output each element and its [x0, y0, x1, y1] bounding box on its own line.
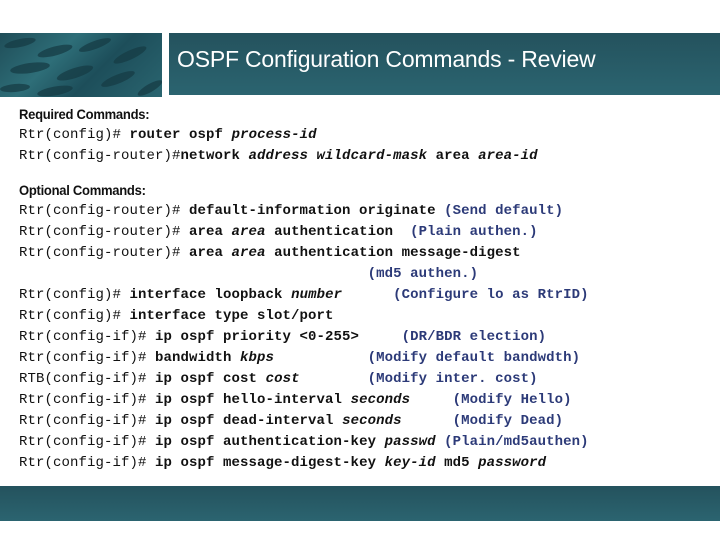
command-prompt: Rtr(config-if)# — [19, 329, 156, 345]
command-line: RTB(config-if)# ip ospf cost cost (Modif… — [19, 369, 720, 390]
command-argument: cost — [265, 371, 300, 387]
required-commands-heading: Required Commands: — [19, 106, 150, 122]
command-argument: area — [231, 224, 266, 240]
command-keyword: ip ospf message-digest-key — [155, 455, 385, 471]
command-keyword: ip ospf hello-interval — [155, 392, 351, 408]
command-note: (Modify inter. cost) — [367, 371, 538, 387]
command-prompt: Rtr(config-if)# — [19, 350, 156, 366]
command-line: Rtr(config-if)# ip ospf authentication-k… — [19, 432, 720, 453]
command-prompt: Rtr(config)# — [19, 287, 130, 303]
command-prompt: Rtr(config-router)# — [19, 203, 190, 219]
command-keyword: ip ospf cost — [155, 371, 266, 387]
optional-commands-list: Rtr(config-router)# default-information … — [19, 201, 720, 474]
command-keyword: area — [189, 224, 232, 240]
command-line: Rtr(config)# interface type slot/port — [19, 306, 720, 327]
command-keyword: area — [189, 245, 232, 261]
command-note: (md5 authen.) — [359, 266, 479, 282]
command-prompt: Rtr(config-if)# — [19, 413, 156, 429]
command-line: Rtr(config-if)# ip ospf message-digest-k… — [19, 453, 720, 474]
command-line: Rtr(config-router)# area area authentica… — [19, 243, 720, 264]
command-prompt: Rtr(config-router)# — [19, 148, 181, 164]
command-note: (Plain authen.) — [410, 224, 538, 240]
command-line: (md5 authen.) — [19, 264, 720, 285]
command-prompt: Rtr(config-if)# — [19, 392, 156, 408]
command-argument: kbps — [240, 350, 275, 366]
command-prompt: Rtr(config-router)# — [19, 245, 190, 261]
command-note: (Plain/md5authen) — [444, 434, 589, 450]
footer-bar — [0, 486, 720, 521]
command-line: Rtr(config-router)# default-information … — [19, 201, 720, 222]
command-keyword: authentication — [265, 224, 411, 240]
header-fish-image — [0, 33, 162, 97]
required-commands-list: Rtr(config)# router ospf process-id Rtr(c… — [19, 125, 720, 167]
command-prompt: RTB(config-if)# — [19, 371, 156, 387]
command-keyword: default-information originate — [189, 203, 445, 219]
command-keyword: ip ospf dead-interval — [155, 413, 343, 429]
command-keyword: authentication message-digest — [265, 245, 521, 261]
command-prompt: Rtr(config-router)# — [19, 224, 190, 240]
command-argument: seconds — [342, 413, 402, 429]
command-line: Rtr(config-if)# bandwidth kbps (Modify d… — [19, 348, 720, 369]
command-keyword — [436, 434, 445, 450]
command-note: (DR/BDR election) — [401, 329, 547, 345]
command-prompt: Rtr(config-if)# — [19, 434, 156, 450]
command-keyword: md5 — [435, 455, 479, 471]
command-note: (Modify default bandwdth) — [367, 350, 581, 366]
command-keyword — [402, 413, 453, 429]
command-keyword: interface loopback — [129, 287, 292, 303]
command-prompt: Rtr(config)# — [19, 127, 130, 143]
command-keyword — [300, 371, 368, 387]
command-line: Rtr(config-router)#network address wildc… — [19, 146, 720, 167]
command-line: Rtr(config-if)# ip ospf priority <0-255>… — [19, 327, 720, 348]
command-argument: address wildcard-mask — [248, 148, 428, 164]
command-argument: number — [291, 287, 343, 303]
command-keyword: area — [427, 148, 479, 164]
command-line: Rtr(config)# interface loopback number (… — [19, 285, 720, 306]
command-note: (Configure lo as RtrID) — [393, 287, 589, 303]
title-bar: OSPF Configuration Commands - Review — [169, 33, 720, 95]
command-keyword — [274, 350, 368, 366]
command-argument: key-id — [384, 455, 436, 471]
command-line: Rtr(config-if)# ip ospf dead-interval se… — [19, 411, 720, 432]
command-keyword: ip ospf authentication-key — [155, 434, 385, 450]
command-keyword: interface type slot/port — [129, 308, 334, 324]
slide-title: OSPF Configuration Commands - Review — [177, 46, 596, 72]
command-argument: passwd — [384, 434, 436, 450]
command-keyword — [410, 392, 453, 408]
command-keyword: network — [180, 148, 249, 164]
command-line: Rtr(config)# router ospf process-id — [19, 125, 720, 146]
optional-commands-heading: Optional Commands: — [19, 182, 146, 198]
command-note: (Modify Dead) — [452, 413, 564, 429]
command-argument: password — [478, 455, 547, 471]
command-keyword: router ospf — [129, 127, 232, 143]
command-prompt: Rtr(config)# — [19, 308, 130, 324]
command-argument: process-id — [231, 127, 317, 143]
command-line: Rtr(config-router)# area area authentica… — [19, 222, 720, 243]
command-keyword — [342, 287, 393, 303]
command-line: Rtr(config-if)# ip ospf hello-interval s… — [19, 390, 720, 411]
command-argument: area — [231, 245, 266, 261]
command-keyword: bandwidth — [155, 350, 241, 366]
slide-content: Required Commands: Rtr(config)# router o… — [19, 104, 720, 474]
command-argument: seconds — [350, 392, 411, 408]
command-argument: area-id — [478, 148, 538, 164]
command-note: (Send default) — [444, 203, 564, 219]
fish-school-graphic — [0, 37, 162, 97]
command-prompt: Rtr(config-if)# — [19, 455, 156, 471]
command-prompt — [19, 266, 359, 282]
command-keyword: ip ospf priority <0-255> — [155, 329, 402, 345]
command-note: (Modify Hello) — [452, 392, 572, 408]
